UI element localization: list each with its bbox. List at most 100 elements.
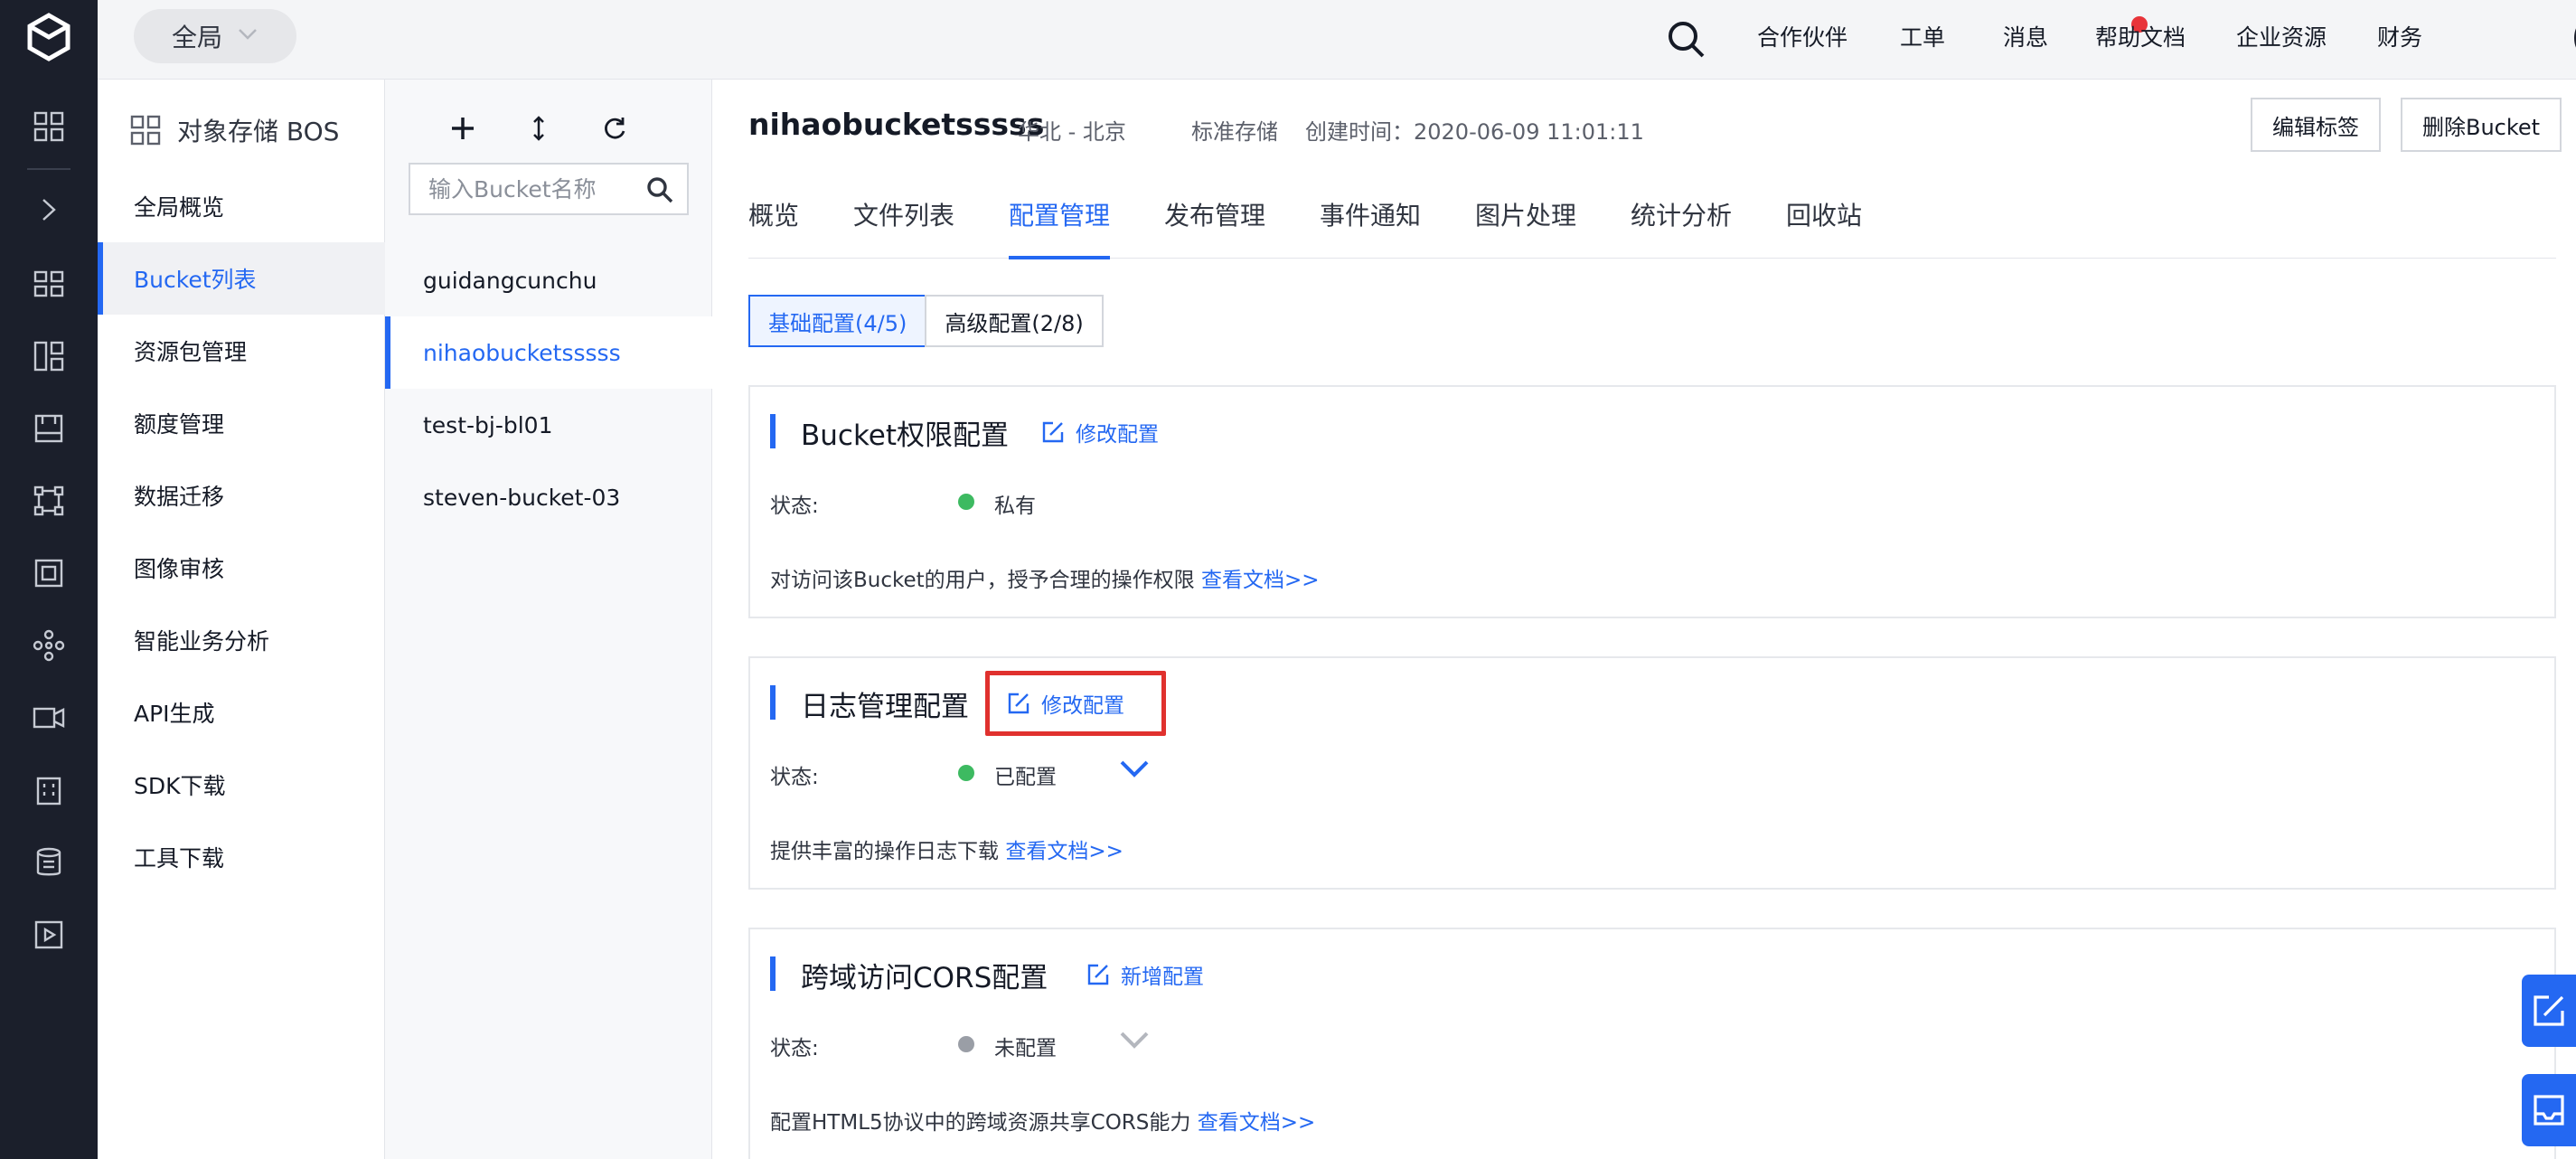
global-rail <box>0 0 98 1159</box>
cloud-logo-icon[interactable] <box>0 0 98 74</box>
cors-config-card: 跨域访问CORS配置 新增配置 状态: 未配置 配置HTML5协议中的跨域资源共… <box>748 928 2556 1159</box>
nav-bucket-list[interactable]: Bucket列表 <box>98 242 385 315</box>
modify-config-label: 修改配置 <box>1076 423 1159 447</box>
help-docs-link[interactable]: 帮助文档 <box>2095 20 2186 52</box>
nav-overview[interactable]: 全局概览 <box>98 170 385 242</box>
modify-config-label: 修改配置 <box>1041 694 1124 718</box>
status-label: 状态: <box>770 495 819 518</box>
feedback-edit-button[interactable] <box>2522 975 2576 1047</box>
bucket-search-input[interactable] <box>410 165 636 213</box>
config-segment: 基础配置(4/5) 高级配置(2/8) <box>748 295 1104 347</box>
database-icon[interactable] <box>0 826 98 899</box>
tab-recycle-bin[interactable]: 回收站 <box>1786 170 1862 259</box>
tab-image-processing[interactable]: 图片处理 <box>1475 170 1576 259</box>
basic-config-tab[interactable]: 基础配置(4/5) <box>748 295 927 347</box>
view-docs-link[interactable]: 查看文档>> <box>1005 840 1123 863</box>
cluster-icon[interactable] <box>0 609 98 682</box>
nav-resource-packages[interactable]: 资源包管理 <box>98 315 385 387</box>
scope-selector-label: 全局 <box>172 23 223 52</box>
frame-icon[interactable] <box>0 537 98 609</box>
tab-config[interactable]: 配置管理 <box>1009 170 1111 259</box>
edit-icon <box>1042 421 1064 443</box>
nav-tools-download[interactable]: 工具下载 <box>98 821 385 893</box>
bucket-search-box <box>409 163 689 215</box>
advanced-config-tab[interactable]: 高级配置(2/8) <box>925 295 1104 347</box>
top-header: 全局 合作伙伴 工单 消息 帮助文档 企业资源 财务 S <box>98 0 2576 80</box>
add-bucket-icon[interactable] <box>441 107 484 150</box>
product-title-label: 对象存储 BOS <box>177 117 340 146</box>
video-icon[interactable] <box>0 682 98 754</box>
rail-divider <box>27 168 71 170</box>
view-docs-link[interactable]: 查看文档>> <box>1201 569 1320 592</box>
inbox-icon <box>2534 1095 2564 1126</box>
search-icon[interactable] <box>1665 18 1708 61</box>
tab-overview[interactable]: 概览 <box>748 170 799 259</box>
add-config-label: 新增配置 <box>1121 966 1204 989</box>
building-icon[interactable] <box>0 754 98 826</box>
nav-business-analysis[interactable]: 智能业务分析 <box>98 604 385 676</box>
edit-icon <box>1008 693 1029 714</box>
status-value: 已配置 <box>994 766 1057 789</box>
partner-link[interactable]: 合作伙伴 <box>1757 20 1847 52</box>
card-accent-bar <box>770 956 776 991</box>
finance-link[interactable]: 财务 <box>2377 20 2422 52</box>
bucket-list-panel: guidangcunchu nihaobucketsssss test-bj-b… <box>385 80 712 1159</box>
card-description-text: 提供丰富的操作日志下载 <box>770 840 999 863</box>
dashboard-icon[interactable] <box>0 248 98 320</box>
all-products-icon[interactable] <box>0 90 98 163</box>
search-icon[interactable] <box>645 175 674 204</box>
tab-events[interactable]: 事件通知 <box>1320 170 1421 259</box>
card-description: 配置HTML5协议中的跨域资源共享CORS能力 查看文档>> <box>770 1105 1315 1135</box>
bucket-region: 华北 - 北京 <box>1018 119 1126 145</box>
bucket-storage-class: 标准存储 <box>1191 119 1278 145</box>
chevron-down-icon[interactable] <box>1119 758 1150 779</box>
card-description-text: 配置HTML5协议中的跨域资源共享CORS能力 <box>770 1111 1191 1135</box>
status-indicator <box>958 494 974 510</box>
view-docs-link[interactable]: 查看文档>> <box>1198 1111 1316 1135</box>
storage-disk-icon[interactable] <box>0 392 98 465</box>
card-description: 提供丰富的操作日志下载 查看文档>> <box>770 834 1123 864</box>
bucket-item[interactable]: steven-bucket-03 <box>385 461 712 533</box>
add-config-link[interactable]: 新增配置 <box>1086 956 1204 993</box>
status-value: 未配置 <box>994 1037 1057 1060</box>
tab-statistics[interactable]: 统计分析 <box>1631 170 1732 259</box>
contact-inbox-button[interactable] <box>2522 1074 2576 1146</box>
nav-api-generation[interactable]: API生成 <box>98 676 385 749</box>
tab-file-list[interactable]: 文件列表 <box>853 170 954 259</box>
card-title: Bucket权限配置 <box>801 419 1010 452</box>
bucket-item[interactable]: test-bj-bl01 <box>385 389 712 461</box>
scope-selector[interactable]: 全局 <box>134 9 296 63</box>
edit-icon <box>1087 964 1109 985</box>
bucket-item[interactable]: guidangcunchu <box>385 244 712 316</box>
chevron-down-icon[interactable] <box>1119 1029 1150 1051</box>
modify-config-link[interactable]: 修改配置 <box>1041 414 1159 450</box>
tab-publish[interactable]: 发布管理 <box>1164 170 1265 259</box>
bucket-item[interactable]: nihaobucketsssss <box>385 316 712 389</box>
edit-icon <box>2534 995 2564 1026</box>
card-description-text: 对访问该Bucket的用户，授予合理的操作权限 <box>770 569 1195 592</box>
nav-quota[interactable]: 额度管理 <box>98 387 385 459</box>
delete-bucket-button[interactable]: 删除Bucket <box>2401 98 2562 152</box>
status-label: 状态: <box>770 766 819 789</box>
media-play-icon[interactable] <box>0 899 98 971</box>
network-icon[interactable] <box>0 465 98 537</box>
ticket-link[interactable]: 工单 <box>1900 20 1945 52</box>
expand-chevron-icon[interactable] <box>0 174 98 246</box>
refresh-icon[interactable] <box>593 107 636 150</box>
enterprise-resources-link[interactable]: 企业资源 <box>2236 20 2327 52</box>
status-value: 私有 <box>994 495 1036 518</box>
nav-image-audit[interactable]: 图像审核 <box>98 532 385 604</box>
bucket-detail: nihaobucketsssss 华北 - 北京 标准存储 创建时间：2020-… <box>712 80 2576 1159</box>
product-title: 对象存储 BOS <box>130 110 339 150</box>
messages-link[interactable]: 消息 <box>2003 20 2048 52</box>
nav-sdk-download[interactable]: SDK下载 <box>98 749 385 821</box>
chevron-down-icon <box>239 29 257 40</box>
card-title: 跨域访问CORS配置 <box>801 962 1048 994</box>
card-accent-bar <box>770 414 776 448</box>
modify-config-link[interactable]: 修改配置 <box>1007 685 1124 721</box>
edit-tags-button[interactable]: 编辑标签 <box>2251 98 2381 152</box>
bucket-name: nihaobucketsssss <box>748 107 1045 142</box>
grid-apps-icon[interactable] <box>0 320 98 392</box>
sort-icon[interactable] <box>517 107 560 150</box>
nav-data-migration[interactable]: 数据迁移 <box>98 459 385 532</box>
